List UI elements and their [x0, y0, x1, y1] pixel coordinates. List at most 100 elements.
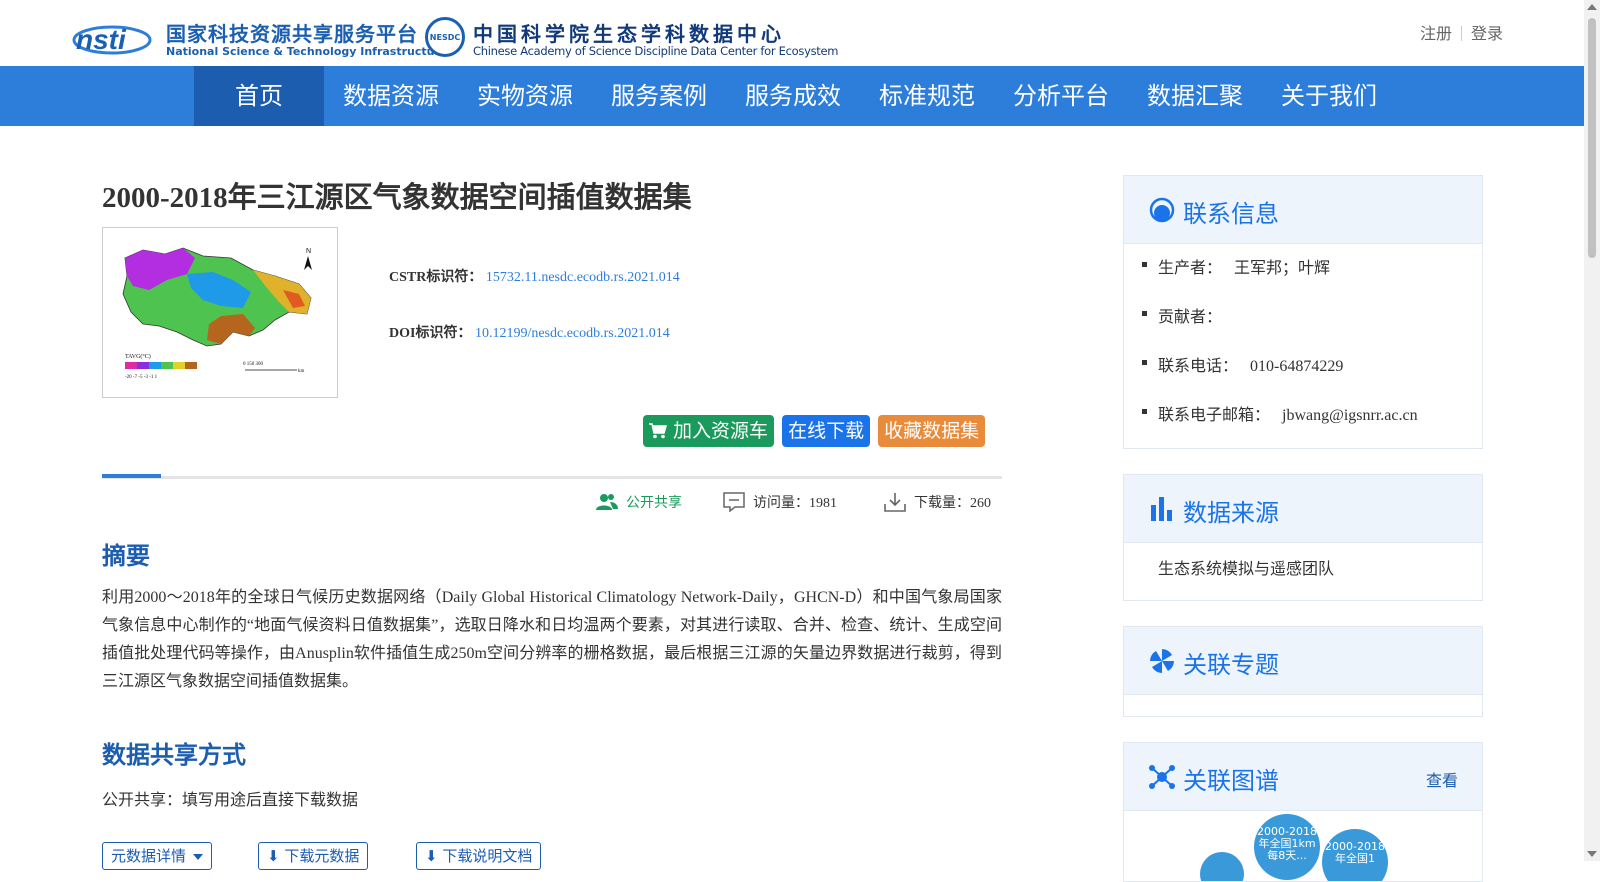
related-graph-panel: 关联图谱 查看 2000-2018年全国1km每8天... 2000-2018年…	[1123, 742, 1483, 882]
register-link[interactable]: 注册	[1420, 24, 1452, 43]
favorite-dataset-button[interactable]: 收藏数据集	[878, 415, 986, 447]
download-icon	[884, 493, 906, 512]
cstr-row: CSTR标识符： 15732.11.nesdc.ecodb.rs.2021.01…	[389, 266, 680, 322]
view-graph-link[interactable]: 查看	[1426, 767, 1458, 791]
phone-label: 联系电话：	[1158, 356, 1239, 375]
cart-icon	[649, 423, 667, 439]
nav-item-about[interactable]: 关于我们	[1262, 66, 1396, 126]
email-row: 联系电子邮箱： jbwang@igsnrr.ac.cn	[1142, 401, 1482, 450]
nav-item-standards[interactable]: 标准规范	[860, 66, 994, 126]
scroll-up-arrow-icon[interactable]	[1587, 4, 1597, 10]
cstr-label: CSTR标识符：	[389, 270, 483, 285]
auth-links: 注册 登录	[1420, 20, 1503, 44]
center-name-en: Chinese Academy of Science Discipline Da…	[473, 44, 839, 58]
main-nav: 首页 数据资源 实物资源 服务案例 服务成效 标准规范 分析平台 数据汇聚 关于…	[0, 66, 1584, 126]
auth-divider	[1461, 26, 1463, 41]
related-graph-panel-header: 关联图谱 查看	[1124, 743, 1482, 811]
sharing-text: 公开共享：填写用途后直接下载数据	[102, 790, 359, 809]
platform-name-en: National Science & Technology Infrastruc…	[166, 45, 448, 58]
nav-item-analysis[interactable]: 分析平台	[994, 66, 1128, 126]
download-icon-small: ⬇	[425, 847, 438, 865]
doi-label: DOI标识符：	[389, 326, 472, 341]
contact-panel: 联系信息 生产者： 王军邦；叶辉 贡献者： 联系电话： 010-64874229 联…	[1123, 175, 1483, 449]
north-arrow-icon	[304, 256, 312, 270]
thumbnail-map: N TAVG(°C) -20 -7 -5 -3 -1 1 0 150 300 k…	[122, 247, 312, 380]
cstr-link[interactable]: 15732.11.nesdc.ecodb.rs.2021.014	[486, 270, 680, 285]
graph-node[interactable]	[1200, 852, 1244, 881]
nesdc-logo[interactable]: NESDC 中国科学院生态学科数据中心 Chinese Academy of S…	[425, 16, 838, 60]
add-to-cart-label: 加入资源车	[673, 420, 769, 442]
download-metadata-label: 下载元数据	[284, 847, 360, 865]
download-doc-button[interactable]: ⬇ 下载说明文档	[416, 842, 542, 870]
download-metadata-button[interactable]: ⬇ 下载元数据	[258, 842, 369, 870]
download-count: 下载量：260	[884, 492, 991, 512]
phone-value: 010-64874229	[1250, 358, 1344, 375]
contact-panel-title: 联系信息	[1183, 200, 1279, 228]
thumb-scale: 0 150 300	[243, 362, 264, 367]
data-source-panel: 数据来源 生态系统模拟与遥感团队	[1123, 474, 1483, 601]
download-count-label: 下载量：260	[914, 496, 991, 511]
add-to-cart-button[interactable]: 加入资源车	[643, 415, 775, 447]
related-topics-panel: 关联专题	[1123, 626, 1483, 717]
thumb-legend-title: TAVG(°C)	[125, 353, 151, 360]
bar-chart-icon	[1151, 497, 1172, 521]
thumb-legend-ticks: -20 -7 -5 -3 -1 1	[125, 375, 158, 380]
nav-item-service-cases[interactable]: 服务案例	[592, 66, 726, 126]
page-scrollbar[interactable]	[1584, 0, 1600, 861]
metadata-details-label: 元数据详情	[111, 847, 187, 865]
active-tab-indicator	[102, 474, 161, 478]
contact-panel-header: 联系信息	[1124, 176, 1482, 244]
sharing-heading: 数据共享方式	[102, 741, 246, 769]
doi-row: DOI标识符： 10.12199/nesdc.ecodb.rs.2021.014	[389, 322, 680, 378]
email-value: jbwang@igsnrr.ac.cn	[1282, 407, 1418, 424]
metadata-details-button[interactable]: 元数据详情	[102, 842, 212, 870]
nav-item-service-results[interactable]: 服务成效	[726, 66, 860, 126]
doi-link[interactable]: 10.12199/nesdc.ecodb.rs.2021.014	[475, 326, 670, 341]
graph-node[interactable]: 2000-2018年全国1km每8天...	[1254, 814, 1320, 880]
visit-count-label: 访问量：1981	[753, 496, 837, 511]
nsti-logo[interactable]: nsti 国家科技资源共享服务平台 National Science & Tec…	[72, 18, 447, 60]
related-topics-panel-header: 关联专题	[1124, 627, 1482, 695]
contributor-label: 贡献者：	[1158, 307, 1223, 326]
graph-node[interactable]: 2000-2018年全国1	[1322, 829, 1388, 881]
nav-item-physical-resources[interactable]: 实物资源	[458, 66, 592, 126]
top-header: nsti 国家科技资源共享服务平台 National Science & Tec…	[0, 0, 1584, 66]
download-doc-label: 下载说明文档	[442, 847, 533, 865]
login-link[interactable]: 登录	[1471, 24, 1503, 43]
topic-pinwheel-icon	[1150, 649, 1174, 673]
related-topics-panel-title: 关联专题	[1183, 651, 1279, 679]
caret-down-icon	[192, 854, 203, 860]
thumb-north-label: N	[306, 248, 311, 255]
scroll-down-arrow-icon[interactable]	[1587, 851, 1597, 857]
dataset-stats: 公开共享 访问量：1981 下载量：260	[102, 492, 1002, 522]
contact-person-icon	[1149, 197, 1175, 223]
dataset-title: 2000-2018年三江源区气象数据空间插值数据集	[102, 182, 692, 214]
producer-row: 生产者： 王军邦；叶辉	[1142, 254, 1482, 303]
producer-value: 王军邦；叶辉	[1234, 260, 1331, 277]
data-source-panel-title: 数据来源	[1183, 499, 1279, 527]
phone-row: 联系电话： 010-64874229	[1142, 352, 1482, 401]
online-download-button[interactable]: 在线下载	[782, 415, 871, 447]
nsti-logo-mark: nsti	[72, 24, 152, 55]
visit-count: 访问量：1981	[723, 492, 837, 512]
dataset-identifiers: CSTR标识符： 15732.11.nesdc.ecodb.rs.2021.01…	[389, 266, 680, 378]
dataset-thumbnail[interactable]: N TAVG(°C) -20 -7 -5 -3 -1 1 0 150 300 k…	[102, 227, 338, 398]
platform-name-cn: 国家科技资源共享服务平台	[166, 22, 418, 46]
network-graph-icon	[1149, 765, 1175, 789]
producer-label: 生产者：	[1158, 258, 1223, 277]
tab-divider	[102, 474, 1002, 479]
center-name-cn: 中国科学院生态学科数据中心	[473, 22, 785, 46]
data-source-text: 生态系统模拟与遥感团队	[1158, 559, 1335, 578]
nav-item-data-convergence[interactable]: 数据汇聚	[1128, 66, 1262, 126]
abstract-heading: 摘要	[102, 542, 150, 570]
download-icon-small: ⬇	[267, 847, 280, 865]
abstract-text: 利用2000～2018年的全球日气候历史数据网络（Daily Global Hi…	[102, 589, 1002, 690]
contributor-row: 贡献者：	[1142, 303, 1482, 352]
nav-item-data-resources[interactable]: 数据资源	[324, 66, 458, 126]
email-label: 联系电子邮箱：	[1158, 405, 1271, 424]
users-icon	[596, 494, 618, 510]
thumb-scale-unit: km	[298, 369, 305, 374]
nav-item-home[interactable]: 首页	[194, 66, 324, 126]
share-status-label: 公开共享	[626, 496, 682, 511]
scrollbar-thumb[interactable]	[1588, 18, 1596, 258]
